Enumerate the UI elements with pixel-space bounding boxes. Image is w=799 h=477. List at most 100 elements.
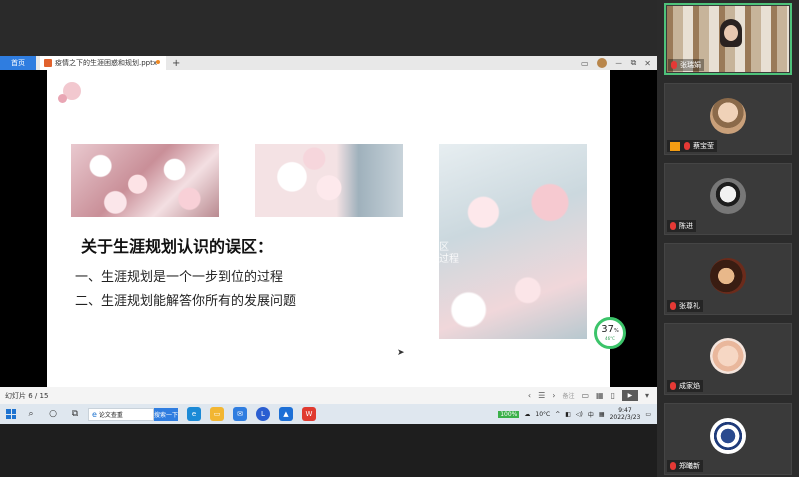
host-icon xyxy=(670,141,680,151)
overlapped-text-2: 过程 xyxy=(439,254,459,265)
decor-circle-small xyxy=(58,94,67,103)
task-view-icon[interactable]: ⧉ xyxy=(68,407,82,421)
performance-gauge[interactable]: 37% 46°C xyxy=(594,317,626,349)
avatar xyxy=(710,338,746,374)
mouse-cursor-icon: ➤ xyxy=(397,348,405,358)
search-button[interactable]: 搜索一下 xyxy=(154,407,178,421)
tab-bar: 首页 疫情之下的生涯困惑和规划.pptx + ▭ － ⧉ ✕ xyxy=(0,56,657,70)
slide-list-button[interactable]: ☰ xyxy=(538,391,545,400)
bottom-bar xyxy=(0,424,657,477)
gauge-value: 37% xyxy=(601,323,619,335)
keyboard-icon[interactable]: ▦ xyxy=(599,411,605,418)
participant-label: 蔡宝莹 xyxy=(667,140,717,152)
participant-label: 张尊礼 xyxy=(667,300,703,312)
mic-muted-icon xyxy=(684,142,690,150)
normal-view-icon[interactable]: ▭ xyxy=(581,391,589,400)
windows-start-icon[interactable] xyxy=(6,409,16,419)
restore-button[interactable]: ⧉ xyxy=(631,58,637,68)
edge-search-icon: e xyxy=(92,409,97,419)
participant-label: 成家焰 xyxy=(667,380,703,392)
tab-document-label: 疫情之下的生涯困惑和规划.pptx xyxy=(55,59,157,67)
system-tray: 100% ☁ 10°C ^ ◧ ◁) 中 ▦ 9:47 2022/3/23 ▭ xyxy=(498,407,657,421)
participant-name: 张尊礼 xyxy=(679,302,700,310)
participant-label: 陈进 xyxy=(667,220,696,232)
battery-indicator[interactable]: 100% xyxy=(498,410,520,418)
wps-icon[interactable]: W xyxy=(302,407,316,421)
play-options-button[interactable]: ▾ xyxy=(645,391,649,400)
minimize-button[interactable]: － xyxy=(615,58,623,69)
notes-button[interactable]: 备注 xyxy=(562,391,574,400)
overlapped-text-1: 区 xyxy=(439,242,449,253)
participant-tile[interactable]: 成家焰 xyxy=(664,323,792,395)
mic-muted-icon xyxy=(670,382,676,390)
avatar xyxy=(710,258,746,294)
layout-icon[interactable]: ▭ xyxy=(581,59,589,68)
participant-label: 张瑞娟 xyxy=(668,59,704,71)
user-avatar[interactable] xyxy=(596,58,607,68)
search-icon[interactable]: ⌕ xyxy=(24,407,38,421)
reading-view-icon[interactable]: ▯ xyxy=(611,391,615,400)
avatar xyxy=(710,418,746,454)
participant-tile[interactable]: 张瑞娟 xyxy=(664,3,792,75)
cortana-icon[interactable]: ○ xyxy=(46,407,60,421)
weather-temp[interactable]: 10°C xyxy=(535,411,550,418)
tab-home[interactable]: 首页 xyxy=(0,56,36,70)
participant-name: 蔡宝莹 xyxy=(693,142,714,150)
cherry-blossom-photo-3 xyxy=(439,144,587,339)
taskbar-search-input[interactable]: e 论文查重 xyxy=(88,407,154,421)
slide-heading: 关于生涯规划认识的误区： xyxy=(81,237,274,256)
mic-muted-icon xyxy=(670,302,676,310)
top-strip xyxy=(0,0,657,56)
prev-slide-button[interactable]: ‹ xyxy=(528,391,531,400)
mic-muted-icon xyxy=(671,61,677,69)
mail-icon[interactable]: ✉ xyxy=(233,407,247,421)
network-icon[interactable]: ◧ xyxy=(565,411,571,418)
misconception-2: 二、生涯规划能解答你所有的发展问题 xyxy=(75,294,297,309)
edge-browser-icon[interactable]: e xyxy=(187,407,201,421)
new-tab-button[interactable]: + xyxy=(172,58,180,69)
close-button[interactable]: ✕ xyxy=(644,59,651,68)
meeting-app-icon[interactable]: ▲ xyxy=(279,407,293,421)
presentation-window: 首页 疫情之下的生涯困惑和规划.pptx + ▭ － ⧉ ✕ 区 过程 关于生涯… xyxy=(0,0,657,477)
app-l-icon[interactable]: L xyxy=(256,407,270,421)
participant-name: 郑曦新 xyxy=(679,462,700,470)
tab-document[interactable]: 疫情之下的生涯困惑和规划.pptx xyxy=(40,56,166,70)
file-explorer-icon[interactable]: ▭ xyxy=(210,407,224,421)
participant-tile[interactable]: 郑曦新 xyxy=(664,403,792,475)
volume-icon[interactable]: ◁) xyxy=(576,411,583,418)
participant-label: 郑曦新 xyxy=(667,460,703,472)
participant-tile[interactable]: 陈进 xyxy=(664,163,792,235)
slide-canvas: 区 过程 关于生涯规划认识的误区： 一、生涯规划是一个一步到位的过程 二、生涯规… xyxy=(47,70,610,387)
participant-tile[interactable]: 蔡宝莹 xyxy=(664,83,792,155)
avatar xyxy=(710,98,746,134)
participant-name: 张瑞娟 xyxy=(680,61,701,69)
clock-date: 2022/3/23 xyxy=(609,414,641,421)
participants-panel: 张瑞娟 蔡宝莹 陈进 张尊礼 成家焰 郑曦新 xyxy=(657,0,799,477)
slide-counter: 幻灯片 6 / 15 xyxy=(5,391,49,400)
taskbar: ⌕ ○ ⧉ e 论文查重 搜索一下 e ▭ ✉ L ▲ W 100% ☁ 10°… xyxy=(0,404,657,424)
grid-view-icon[interactable]: ▦ xyxy=(596,391,604,400)
ime-indicator[interactable]: 中 xyxy=(588,410,594,419)
cherry-blossom-photo-1 xyxy=(71,144,219,217)
next-slide-button[interactable]: › xyxy=(552,391,555,400)
window-controls: ▭ － ⧉ ✕ xyxy=(581,58,657,69)
participant-name: 成家焰 xyxy=(679,382,700,390)
mic-muted-icon xyxy=(670,222,676,230)
tray-arrow-icon[interactable]: ^ xyxy=(555,411,560,418)
status-bar: 幻灯片 6 / 15 ‹ ☰ › 备注 ▭ ▦ ▯ ▶ ▾ xyxy=(0,387,657,404)
gauge-temperature: 46°C xyxy=(605,335,615,341)
play-slideshow-button[interactable]: ▶ xyxy=(621,390,638,401)
cherry-blossom-photo-2 xyxy=(255,144,403,217)
overlapped-text: 区 过程 xyxy=(439,242,459,266)
unsaved-dot-icon xyxy=(156,60,160,64)
misconception-1: 一、生涯规划是一个一步到位的过程 xyxy=(75,270,284,285)
participant-name: 陈进 xyxy=(679,222,693,230)
mic-muted-icon xyxy=(670,462,676,470)
search-text: 论文查重 xyxy=(98,411,123,419)
clock[interactable]: 9:47 2022/3/23 xyxy=(610,407,641,421)
notifications-icon[interactable]: ▭ xyxy=(645,411,651,418)
ppt-file-icon xyxy=(44,59,52,67)
weather-cloud-icon: ☁ xyxy=(524,410,531,418)
avatar xyxy=(710,178,746,214)
participant-tile[interactable]: 张尊礼 xyxy=(664,243,792,315)
